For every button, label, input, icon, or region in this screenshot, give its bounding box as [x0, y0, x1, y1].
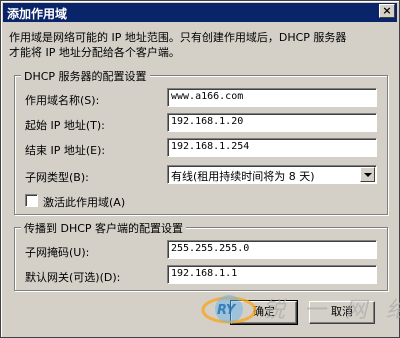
subnet-mask-label: 子网掩码(U): — [25, 246, 90, 259]
end-ip-input[interactable]: 192.168.1.254 — [167, 138, 377, 157]
activate-scope-checkbox[interactable] — [25, 194, 38, 207]
cancel-button[interactable]: 取消 — [309, 301, 375, 324]
activate-scope-label[interactable]: 激活此作用域(A) — [43, 194, 125, 210]
window-title: 添加作用域 — [7, 7, 68, 21]
scope-name-input[interactable]: www.a166.com — [167, 88, 377, 107]
close-button[interactable]: × — [379, 4, 395, 18]
client-settings-legend: 传播到 DHCP 客户端的配置设置 — [21, 220, 187, 236]
start-ip-input[interactable]: 192.168.1.20 — [167, 113, 377, 132]
default-gateway-input[interactable]: 192.168.1.1 — [167, 265, 377, 284]
description-text: 作用域是网络可能的 IP 地址范围。只有创建作用域后，DHCP 服务器 才能将 … — [9, 30, 393, 60]
add-scope-dialog: 添加作用域 × 作用域是网络可能的 IP 地址范围。只有创建作用域后，DHCP … — [0, 0, 400, 338]
ok-button[interactable]: 确定 — [230, 300, 298, 325]
subnet-type-value: 有线(租用持续时间将为 8 天) — [171, 170, 315, 183]
default-gateway-label: 默认网关(可选)(D): — [25, 271, 121, 284]
subnet-mask-input[interactable]: 255.255.255.0 — [167, 240, 377, 259]
end-ip-label: 结束 IP 地址(E): — [25, 144, 106, 157]
scope-name-label: 作用域名称(S): — [25, 94, 100, 107]
dhcp-settings-legend: DHCP 服务器的配置设置 — [21, 68, 150, 84]
description-line-1: 作用域是网络可能的 IP 地址范围。只有创建作用域后，DHCP 服务器 — [9, 31, 347, 44]
subnet-type-select[interactable]: 有线(租用持续时间将为 8 天) — [167, 165, 377, 184]
subnet-type-label: 子网类型(B): — [25, 171, 89, 184]
description-line-2: 才能将 IP 地址分配给各个客户端。 — [9, 46, 180, 59]
chevron-down-icon[interactable] — [360, 167, 375, 182]
start-ip-label: 起始 IP 地址(T): — [25, 119, 105, 132]
title-bar: 添加作用域 — [3, 3, 397, 22]
